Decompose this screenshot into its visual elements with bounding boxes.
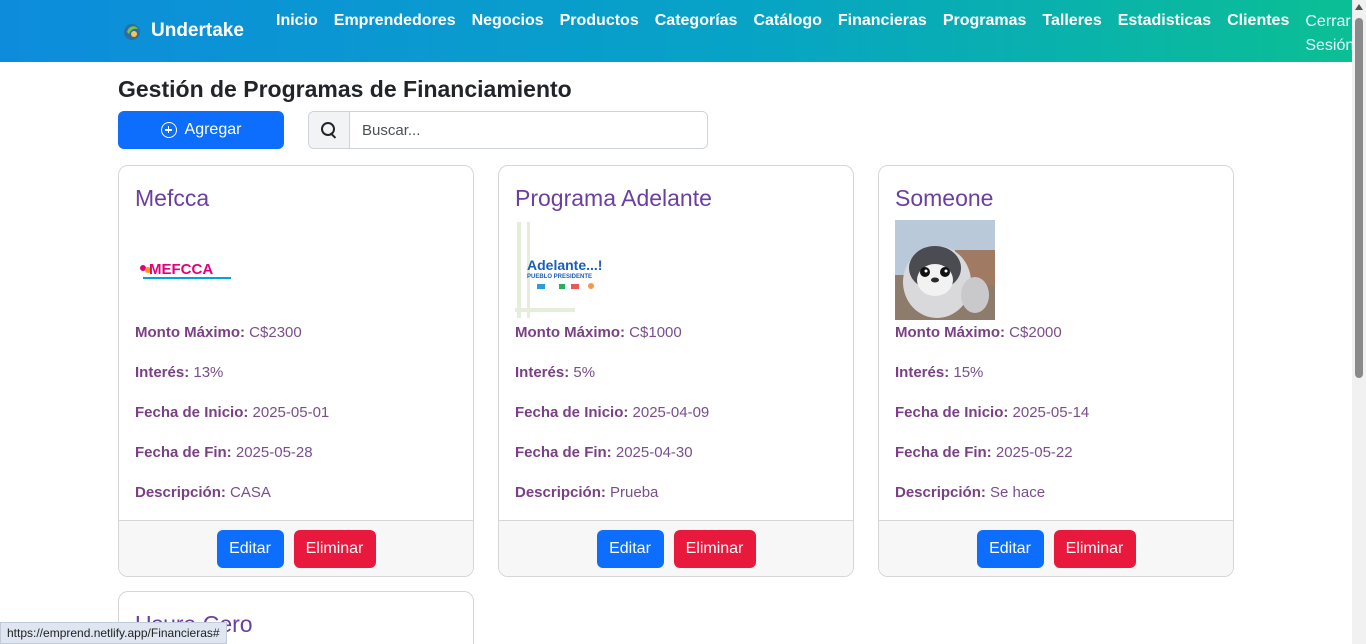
- nav-financieras[interactable]: Financieras: [830, 10, 935, 58]
- delete-button[interactable]: Eliminar: [673, 529, 756, 568]
- field-monto: Monto Máximo: C$2300: [135, 324, 302, 341]
- field-fin: Fecha de Fin: 2025-05-22: [895, 444, 1073, 461]
- edit-button[interactable]: Editar: [596, 529, 664, 568]
- nav-categorias[interactable]: Categorías: [647, 10, 746, 58]
- program-logo-image: Adelante...! PUEBLO PRESIDENTE: [515, 222, 602, 318]
- nav-productos[interactable]: Productos: [552, 10, 647, 58]
- field-inicio: Fecha de Inicio: 2025-05-01: [135, 404, 330, 421]
- field-descripcion: Descripción: Prueba: [515, 484, 659, 501]
- card-title: Someone: [895, 185, 994, 211]
- delete-button[interactable]: Eliminar: [1053, 529, 1136, 568]
- edit-button[interactable]: Editar: [216, 529, 284, 568]
- nav-inicio[interactable]: Inicio: [268, 10, 326, 58]
- card-footer: Editar Eliminar: [879, 520, 1233, 576]
- program-card: Mefcca MEFCCA Monto Máximo: C$2300 Inter…: [118, 165, 474, 577]
- adelante-logo-subtext: PUEBLO PRESIDENTE: [527, 274, 592, 280]
- program-card: Someone Monto Máximo: C$2000 Interés: 15…: [878, 165, 1234, 577]
- delete-button[interactable]: Eliminar: [293, 529, 376, 568]
- search-addon: [309, 112, 350, 148]
- nav-negocios[interactable]: Negocios: [464, 10, 552, 58]
- search-group: [308, 111, 708, 149]
- nav-clientes[interactable]: Clientes: [1219, 10, 1297, 58]
- adelante-logo-text: Adelante...!: [527, 257, 602, 273]
- field-fin: Fecha de Fin: 2025-04-30: [515, 444, 693, 461]
- card-footer: Editar Eliminar: [119, 520, 473, 576]
- scrollbar[interactable]: [1352, 0, 1366, 644]
- field-inicio: Fecha de Inicio: 2025-04-09: [515, 404, 710, 421]
- penguin-photo-image: [895, 220, 995, 320]
- card-title: Mefcca: [135, 185, 210, 211]
- add-button[interactable]: Agregar: [118, 111, 284, 149]
- card-footer: Editar Eliminar: [499, 520, 853, 576]
- edit-button[interactable]: Editar: [976, 529, 1044, 568]
- field-monto: Monto Máximo: C$2000: [895, 324, 1062, 341]
- field-interes: Interés: 5%: [515, 364, 596, 381]
- link-status-bar: https://emprend.netlify.app/Financieras#: [0, 622, 227, 644]
- nav-estadisticas[interactable]: Estadisticas: [1110, 10, 1219, 58]
- field-inicio: Fecha de Inicio: 2025-05-14: [895, 404, 1090, 421]
- nav-emprendedores[interactable]: Emprendedores: [326, 10, 464, 58]
- brand[interactable]: Undertake: [121, 20, 244, 42]
- add-button-label: Agregar: [184, 121, 242, 138]
- nav-catalogo[interactable]: Catálogo: [745, 10, 829, 58]
- card-title: Programa Adelante: [515, 185, 712, 211]
- search-icon: [321, 122, 337, 138]
- field-fin: Fecha de Fin: 2025-05-28: [135, 444, 313, 461]
- scroll-thumb[interactable]: [1355, 18, 1363, 378]
- nav-programas[interactable]: Programas: [935, 10, 1035, 58]
- program-card: Programa Adelante Adelante...! PUEBLO PR…: [498, 165, 854, 577]
- nav-links: Inicio Emprendedores Negocios Productos …: [268, 10, 1361, 58]
- plus-circle-icon: [160, 122, 177, 138]
- mefcca-logo-text: MEFCCA: [149, 261, 213, 278]
- search-input[interactable]: [350, 112, 707, 148]
- brand-logo-icon: [124, 24, 140, 40]
- field-interes: Interés: 15%: [895, 364, 984, 381]
- field-descripcion: Descripción: CASA: [135, 484, 271, 501]
- scroll-up-arrow-icon[interactable]: [1355, 4, 1363, 10]
- field-interes: Interés: 13%: [135, 364, 224, 381]
- nav-talleres[interactable]: Talleres: [1034, 10, 1109, 58]
- page-title: Gestión de Programas de Financiamiento: [118, 76, 572, 102]
- field-descripcion: Descripción: Se hace: [895, 484, 1046, 501]
- program-logo-image: MEFCCA: [140, 261, 231, 279]
- field-monto: Monto Máximo: C$1000: [515, 324, 682, 341]
- top-navbar: Undertake Inicio Emprendedores Negocios …: [0, 0, 1354, 62]
- brand-name: Undertake: [151, 20, 244, 41]
